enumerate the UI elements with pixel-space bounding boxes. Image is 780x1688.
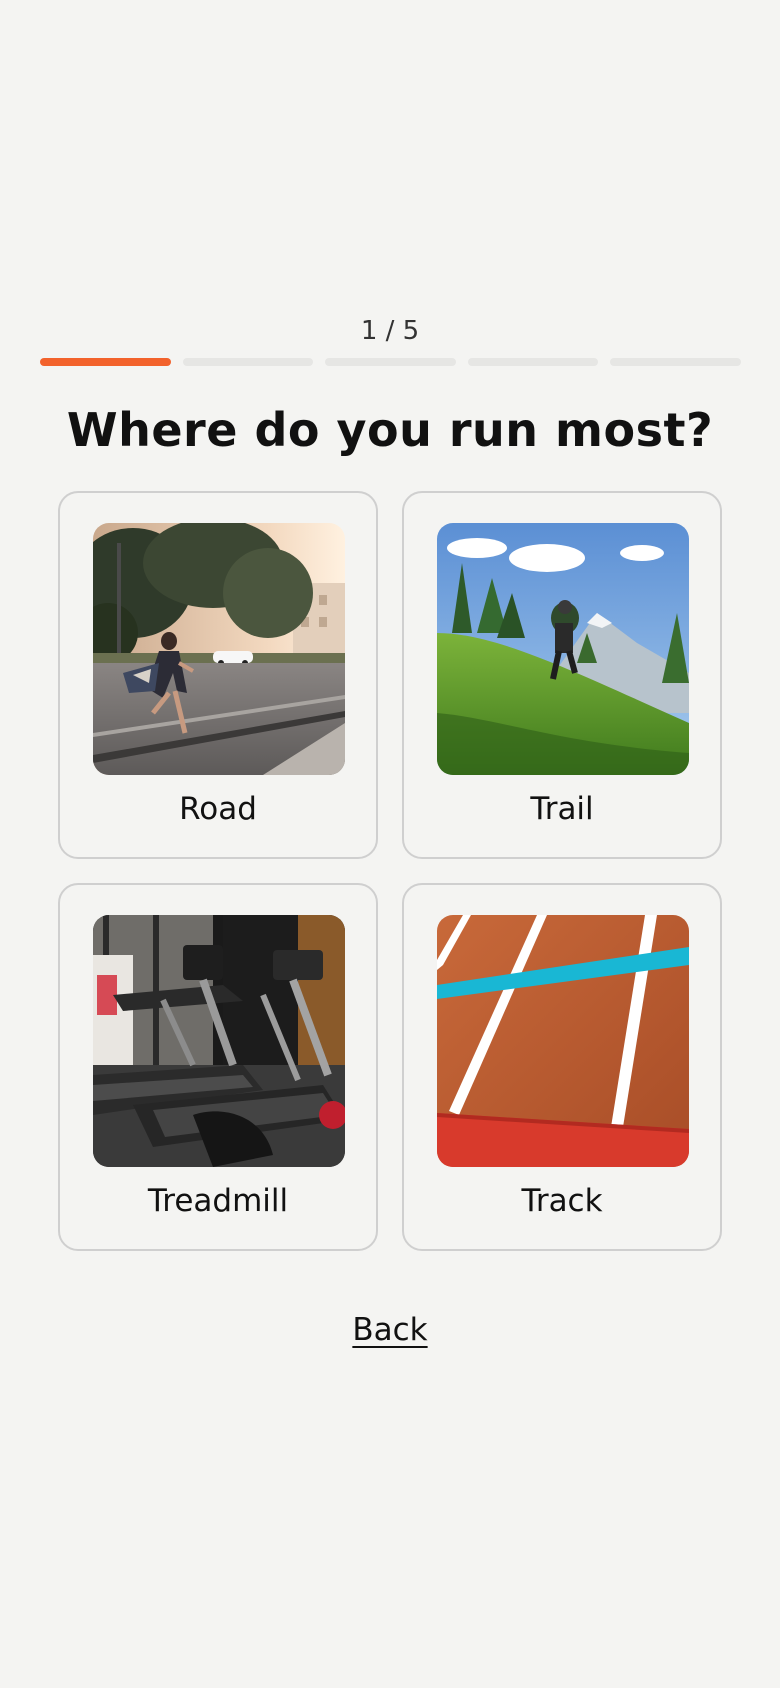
progress-segment-5 [610,358,741,366]
option-card-road[interactable]: Road [58,491,378,859]
trail-photo [437,523,689,775]
progress-segment-4 [467,358,599,366]
road-photo [93,523,345,775]
back-button[interactable]: Back [352,1312,427,1348]
option-label: Trail [530,791,594,827]
question-title: Where do you run most? [66,403,714,457]
option-card-treadmill[interactable]: Treadmill [58,883,378,1251]
step-counter: 1 / 5 [360,316,420,346]
option-label: Road [179,791,257,827]
back-link-container: Back [0,1308,780,1352]
option-card-trail[interactable]: Trail [402,491,722,859]
option-label: Track [521,1183,603,1219]
track-photo [437,915,689,1167]
options-grid: Road Trail Treadmill Track [58,491,722,1251]
progress-segment-3 [325,358,456,366]
option-label: Treadmill [147,1183,289,1219]
option-card-track[interactable]: Track [402,883,722,1251]
progress-segment-2 [182,358,314,366]
progress-bar [40,358,741,366]
treadmill-photo [93,915,345,1167]
progress-segment-1 [40,358,171,366]
